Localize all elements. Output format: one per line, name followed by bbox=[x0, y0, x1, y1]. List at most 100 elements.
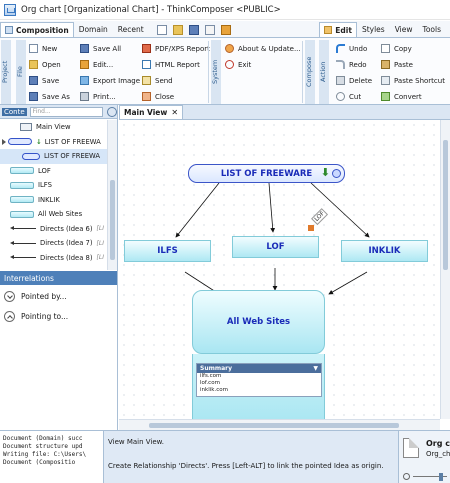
pointing-to-expander[interactable]: Pointing to... bbox=[4, 309, 68, 323]
copy-button[interactable]: Copy bbox=[381, 41, 412, 56]
idea-inklik[interactable]: INKLIK bbox=[341, 240, 428, 262]
canvas-vertical-scrollbar-thumb[interactable] bbox=[443, 140, 448, 270]
diagram-canvas[interactable]: LIST OF FREEWARE ⬇ ILFS LOF INKLIK LOF A… bbox=[119, 120, 440, 419]
undo-icon bbox=[336, 44, 345, 53]
idea-shape-icon bbox=[10, 181, 34, 189]
save-as-button[interactable]: Save As bbox=[29, 89, 70, 104]
composition-icon bbox=[5, 26, 13, 34]
console-line: Document (Domain) succ bbox=[3, 435, 83, 442]
print-button[interactable]: Print... bbox=[80, 89, 116, 104]
idea-list-of-freeware[interactable]: LIST OF FREEWARE ⬇ bbox=[188, 164, 345, 183]
zoom-out-icon[interactable] bbox=[403, 473, 410, 480]
tree-item-lof[interactable]: LOF bbox=[0, 164, 108, 179]
ribbon-separator bbox=[302, 41, 303, 103]
close-tab-icon[interactable]: ✕ bbox=[171, 108, 178, 117]
canvas-vertical-scrollbar[interactable] bbox=[440, 120, 450, 419]
save-button[interactable]: Save bbox=[29, 73, 59, 88]
tree-item-directs-8[interactable]: Directs (Idea 8) [LI bbox=[0, 251, 108, 266]
collapse-circle-icon bbox=[4, 310, 15, 322]
pdf-xps-report-button[interactable]: PDF/XPS Report bbox=[142, 41, 210, 56]
document-title: Org ch bbox=[426, 439, 450, 448]
dropdown-arrow-icon[interactable]: ▼ bbox=[313, 365, 318, 372]
tree-item-root-idea[interactable]: ↓ LIST OF FREEWA bbox=[0, 135, 108, 150]
redo-button[interactable]: Redo bbox=[336, 57, 367, 72]
save-all-button[interactable]: Save All bbox=[80, 41, 121, 56]
idea-shape-icon bbox=[10, 196, 34, 204]
tab-styles[interactable]: Styles bbox=[357, 22, 390, 37]
tree-item-inklik[interactable]: INKLIK bbox=[0, 193, 108, 208]
tag-icon bbox=[308, 225, 314, 231]
idea-all-web-sites[interactable]: All Web Sites bbox=[192, 290, 325, 354]
content-panel-title: Conte bbox=[2, 107, 27, 116]
find-input[interactable]: Find... bbox=[29, 106, 104, 117]
expand-triangle-icon[interactable] bbox=[2, 138, 6, 145]
pdf-report-icon bbox=[142, 44, 151, 53]
undo-button[interactable]: Undo bbox=[336, 41, 367, 56]
about-update-button[interactable]: About & Update... bbox=[225, 41, 301, 56]
send-button[interactable]: Send bbox=[142, 73, 173, 88]
idea-ilfs[interactable]: ILFS bbox=[124, 240, 211, 262]
tab-main-view[interactable]: Main View ✕ bbox=[119, 105, 184, 119]
ribbon-tab-row: Composition Domain Recent Edit Styles Vi… bbox=[0, 21, 450, 37]
globe-icon bbox=[332, 169, 341, 178]
tab-edit[interactable]: Edit bbox=[319, 22, 357, 37]
zoom-slider[interactable] bbox=[403, 473, 449, 481]
open-folder-icon[interactable] bbox=[172, 24, 183, 35]
down-arrow-icon: ⬇ bbox=[320, 166, 330, 179]
zoom-thumb[interactable] bbox=[439, 473, 443, 481]
paste-button[interactable]: Paste bbox=[381, 57, 413, 72]
view-icon bbox=[20, 123, 32, 132]
tree-item-root-idea-detail[interactable]: LIST OF FREEWA bbox=[0, 149, 108, 164]
tree-scrollbar[interactable] bbox=[107, 120, 117, 270]
tree-item-main-view[interactable]: Main View bbox=[0, 120, 108, 135]
summary-box[interactable]: Summary ▼ ilfs.com lof.com inklik.com bbox=[196, 363, 322, 397]
expand-circle-icon bbox=[4, 290, 15, 302]
delete-button[interactable]: Delete bbox=[336, 73, 372, 88]
exit-button[interactable]: Exit bbox=[225, 57, 251, 72]
console-line: Document (Compositio bbox=[3, 459, 76, 466]
tab-tools[interactable]: Tools bbox=[418, 22, 446, 37]
canvas-horizontal-scrollbar-thumb[interactable] bbox=[149, 423, 399, 428]
paste-shortcut-button[interactable]: Paste Shortcut bbox=[381, 73, 445, 88]
tab-composition[interactable]: Composition bbox=[0, 22, 74, 37]
idea-shape-icon bbox=[10, 210, 34, 218]
tab-domain[interactable]: Domain bbox=[74, 22, 113, 37]
tree-item-ilfs[interactable]: ILFS bbox=[0, 178, 108, 193]
summary-line: inklik.com bbox=[200, 386, 228, 393]
new-document-icon[interactable] bbox=[156, 24, 167, 35]
main-view-pane: Main View ✕ LIST OF FREEWARE ⬇ ILFS LOF … bbox=[119, 105, 450, 430]
open-button[interactable]: Open bbox=[29, 57, 61, 72]
edit-properties-button[interactable]: Edit... bbox=[80, 57, 113, 72]
summary-line: lof.com bbox=[200, 379, 220, 386]
save-disk-icon[interactable] bbox=[188, 24, 199, 35]
canvas-horizontal-scrollbar[interactable] bbox=[119, 419, 440, 430]
composition-tree[interactable]: Main View ↓ LIST OF FREEWA LIST OF FREEW… bbox=[0, 120, 108, 270]
connector-root-to-lof[interactable] bbox=[268, 182, 276, 233]
idea-shape-icon bbox=[10, 167, 34, 175]
cut-button[interactable]: Cut bbox=[336, 89, 361, 104]
document-info-panel: Org ch Org_ch bbox=[398, 430, 450, 483]
exit-power-icon bbox=[225, 60, 234, 69]
idea-lof[interactable]: LOF bbox=[232, 236, 319, 258]
edit-pencil-icon[interactable] bbox=[220, 24, 231, 35]
tree-item-directs-6[interactable]: Directs (Idea 6) [LI bbox=[0, 222, 108, 237]
document-icon[interactable] bbox=[204, 24, 215, 35]
tree-scrollbar-thumb[interactable] bbox=[110, 180, 115, 260]
tab-view[interactable]: View bbox=[390, 22, 418, 37]
delete-icon bbox=[336, 76, 345, 85]
tab-recent[interactable]: Recent bbox=[113, 22, 149, 37]
convert-button[interactable]: Convert bbox=[381, 89, 422, 104]
close-document-icon bbox=[142, 92, 151, 101]
html-report-button[interactable]: HTML Report bbox=[142, 57, 200, 72]
options-gear-icon[interactable] bbox=[107, 106, 117, 117]
connector-inklik-to-all[interactable] bbox=[328, 271, 368, 295]
pointed-by-expander[interactable]: Pointed by... bbox=[4, 289, 67, 303]
content-panel-header: Conte Find... bbox=[0, 105, 117, 119]
new-button[interactable]: New bbox=[29, 41, 57, 56]
window-title: Org chart [Organizational Chart] - Think… bbox=[21, 4, 281, 15]
connector-root-to-ilfs[interactable] bbox=[175, 182, 220, 238]
export-image-button[interactable]: Export Image bbox=[80, 73, 140, 88]
tree-item-directs-7[interactable]: Directs (Idea 7) [LI bbox=[0, 236, 108, 251]
close-button[interactable]: Close bbox=[142, 89, 174, 104]
tree-item-all-web-sites[interactable]: All Web Sites bbox=[0, 207, 108, 222]
